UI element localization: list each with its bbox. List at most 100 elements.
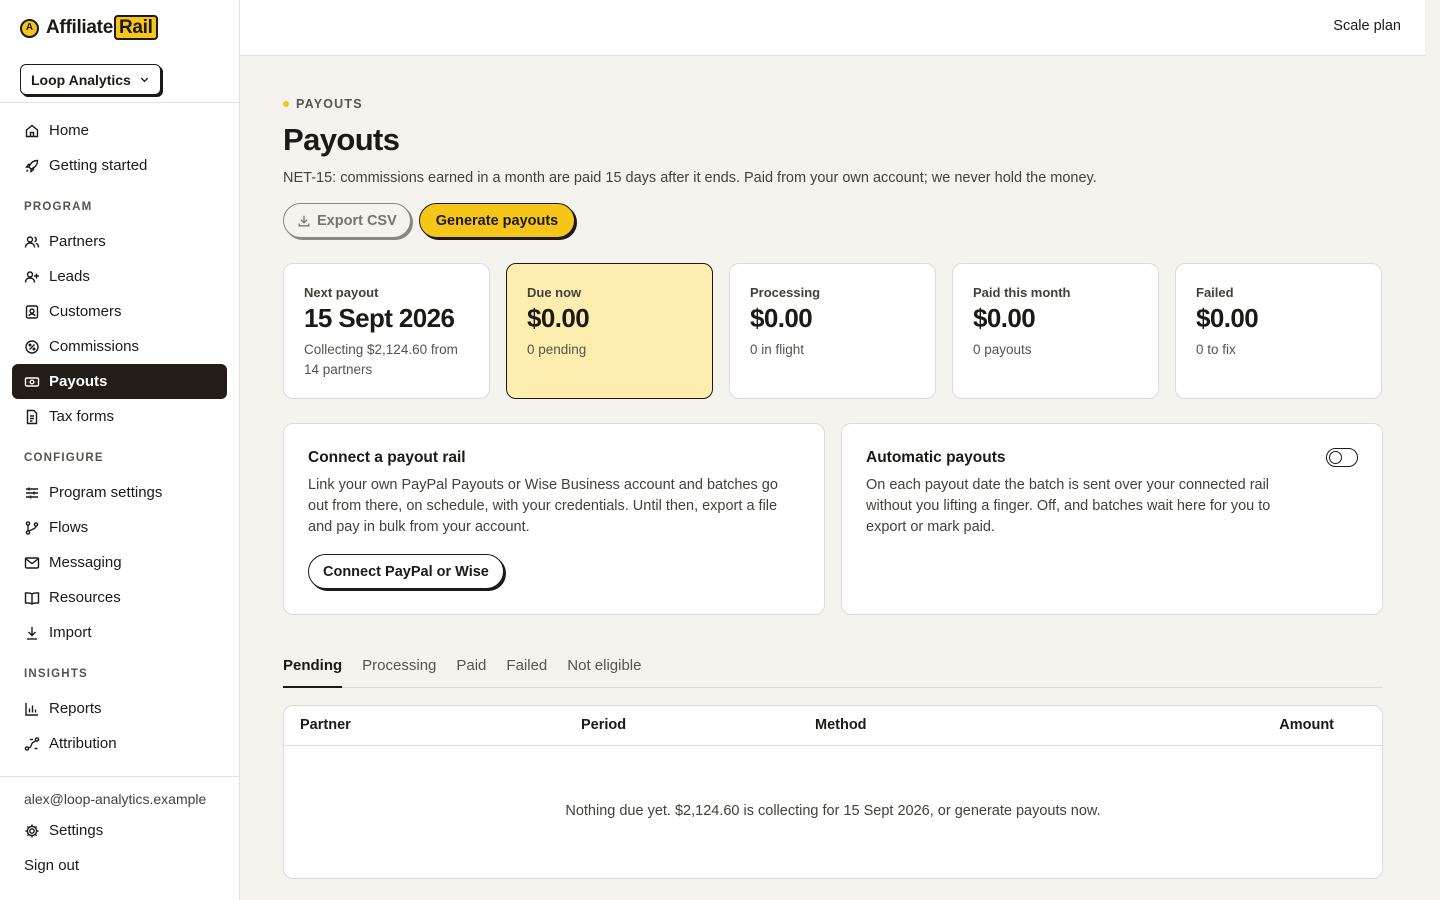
sidebar-item-label: Leads: [49, 268, 90, 285]
brand-name-main: Affiliate: [46, 17, 113, 38]
stat-value: $0.00: [527, 303, 590, 333]
sign-out-label: Sign out: [24, 857, 80, 874]
id-card-icon: [25, 304, 39, 319]
export-csv-button[interactable]: Export CSV: [283, 203, 411, 238]
panels-row: Connect a payout rail Link your own PayP…: [283, 423, 1383, 615]
stat-card-next-payout: Next payout 15 Sept 2026 Collecting $2,1…: [283, 263, 490, 399]
toggle-knob: [1329, 450, 1342, 464]
stat-value: 15 Sept 2026: [304, 303, 455, 333]
nav-section-insights: INSIGHTS: [24, 668, 88, 680]
chevron-down-icon: [140, 77, 149, 83]
empty-state-message: Nothing due yet. $2,124.60 is collecting…: [565, 803, 1101, 819]
stat-label: Paid this month: [973, 285, 1071, 300]
download-icon: [298, 215, 310, 226]
connect-button-label: Connect PayPal or Wise: [323, 563, 489, 580]
stat-card-processing: Processing $0.00 0 in flight: [729, 263, 936, 399]
column-header-period[interactable]: Period: [581, 717, 626, 733]
home-icon: [25, 124, 39, 137]
book-icon: [24, 591, 40, 605]
tab-not-eligible[interactable]: Not eligible: [567, 649, 641, 688]
page-title: Payouts: [283, 122, 400, 157]
sidebar-item-label: Commissions: [49, 338, 140, 355]
stat-value: $0.00: [750, 303, 813, 333]
sidebar-item-label: Resources: [49, 589, 121, 606]
org-switcher[interactable]: Loop Analytics: [20, 64, 161, 95]
stat-card-failed: Failed $0.00 0 to fix: [1175, 263, 1382, 399]
sidebar-item-partners[interactable]: Partners: [12, 224, 227, 259]
sidebar-item-label: Import: [49, 624, 92, 641]
tab-paid[interactable]: Paid: [456, 649, 486, 688]
sidebar-item-payouts[interactable]: Payouts: [12, 364, 227, 399]
automatic-payouts-toggle[interactable]: [1326, 448, 1358, 467]
sidebar-item-messaging[interactable]: Messaging: [12, 545, 227, 580]
gear-icon: [25, 824, 39, 837]
document-icon: [26, 409, 38, 424]
stat-subtext: 0 in flight: [750, 342, 805, 357]
payouts-table: Partner Period Method Amount Nothing due…: [283, 705, 1383, 879]
org-name: Loop Analytics: [31, 71, 131, 88]
generate-payouts-button[interactable]: Generate payouts: [418, 203, 576, 238]
tab-failed[interactable]: Failed: [506, 649, 547, 688]
stat-value: $0.00: [973, 303, 1036, 333]
settings-link[interactable]: Settings: [24, 813, 239, 848]
users-icon: [24, 235, 40, 248]
settings-label: Settings: [49, 822, 104, 839]
user-email: alex@loop-analytics.example: [24, 791, 207, 807]
sign-out-link[interactable]: Sign out: [24, 848, 239, 883]
sidebar-item-leads[interactable]: Leads: [12, 259, 227, 294]
sidebar-item-flows[interactable]: Flows: [12, 510, 227, 545]
stat-card-due-now: Due now $0.00 0 pending: [506, 263, 713, 399]
stat-label: Processing: [750, 285, 821, 300]
nav-section-configure: CONFIGURE: [24, 452, 104, 464]
download-icon: [27, 626, 37, 640]
sidebar-item-import[interactable]: Import: [12, 615, 227, 650]
stats-row: Next payout 15 Sept 2026 Collecting $2,1…: [283, 263, 1383, 399]
panel-body: Link your own PayPal Payouts or Wise Bus…: [308, 477, 778, 535]
automatic-payouts-panel: Automatic payouts On each payout date th…: [841, 423, 1383, 615]
banknote-icon: [24, 376, 40, 387]
sidebar-item-resources[interactable]: Resources: [12, 580, 227, 615]
mail-icon: [24, 556, 40, 569]
sidebar-item-label: Flows: [49, 519, 89, 536]
stat-subtext: 0 to fix: [1196, 342, 1236, 357]
sidebar-item-label: Tax forms: [49, 408, 115, 425]
panel-title: Connect a payout rail: [308, 449, 466, 466]
sidebar-item-attribution[interactable]: Attribution: [12, 726, 227, 761]
brand-name: Affiliate Rail: [46, 15, 158, 40]
sidebar-item-label: Partners: [49, 233, 106, 250]
sidebar-item-home[interactable]: Home: [12, 113, 227, 148]
sidebar-item-reports[interactable]: Reports: [12, 691, 227, 726]
sidebar-item-program-settings[interactable]: Program settings: [12, 475, 227, 510]
tab-pending[interactable]: Pending: [283, 649, 343, 688]
brand-logo[interactable]: A Affiliate Rail: [0, 0, 239, 56]
sidebar-nav: Home Getting started PROGRAM Partners Le…: [12, 113, 227, 776]
sidebar-item-label: Program settings: [49, 484, 163, 501]
sidebar-item-customers[interactable]: Customers: [12, 294, 227, 329]
payout-status-tabs: Pending Processing Paid Failed Not eligi…: [283, 649, 1383, 688]
bar-chart-icon: [25, 702, 38, 716]
stat-subtext: 0 payouts: [973, 342, 1032, 357]
nav-section-program: PROGRAM: [24, 201, 93, 213]
stat-label: Due now: [527, 285, 582, 300]
column-header-method[interactable]: Method: [815, 717, 867, 733]
tab-processing[interactable]: Processing: [362, 649, 436, 688]
percent-badge-icon: [25, 339, 39, 354]
column-header-partner[interactable]: Partner: [300, 717, 351, 733]
git-branch-icon: [25, 520, 39, 535]
sidebar-item-label: Reports: [49, 700, 102, 717]
sidebar-item-commissions[interactable]: Commissions: [12, 329, 227, 364]
stat-card-paid-this-month: Paid this month $0.00 0 payouts: [952, 263, 1159, 399]
panel-body: On each payout date the batch is sent ov…: [866, 477, 1271, 535]
column-header-amount[interactable]: Amount: [1279, 717, 1334, 733]
page-description: NET-15: commissions earned in a month ar…: [283, 170, 1097, 186]
sidebar-item-getting-started[interactable]: Getting started: [12, 148, 227, 183]
plan-link[interactable]: Scale plan: [1333, 18, 1401, 34]
connect-paypal-wise-button[interactable]: Connect PayPal or Wise: [308, 554, 504, 589]
rocket-icon: [25, 159, 39, 173]
sidebar-item-tax-forms[interactable]: Tax forms: [12, 399, 227, 434]
sidebar-item-label: Payouts: [49, 373, 108, 390]
stat-label: Next payout: [304, 285, 379, 300]
sidebar-item-label: Customers: [49, 303, 122, 320]
eyebrow-label: PAYOUTS: [296, 97, 363, 111]
page-actions: Export CSV Generate payouts: [283, 203, 1383, 238]
